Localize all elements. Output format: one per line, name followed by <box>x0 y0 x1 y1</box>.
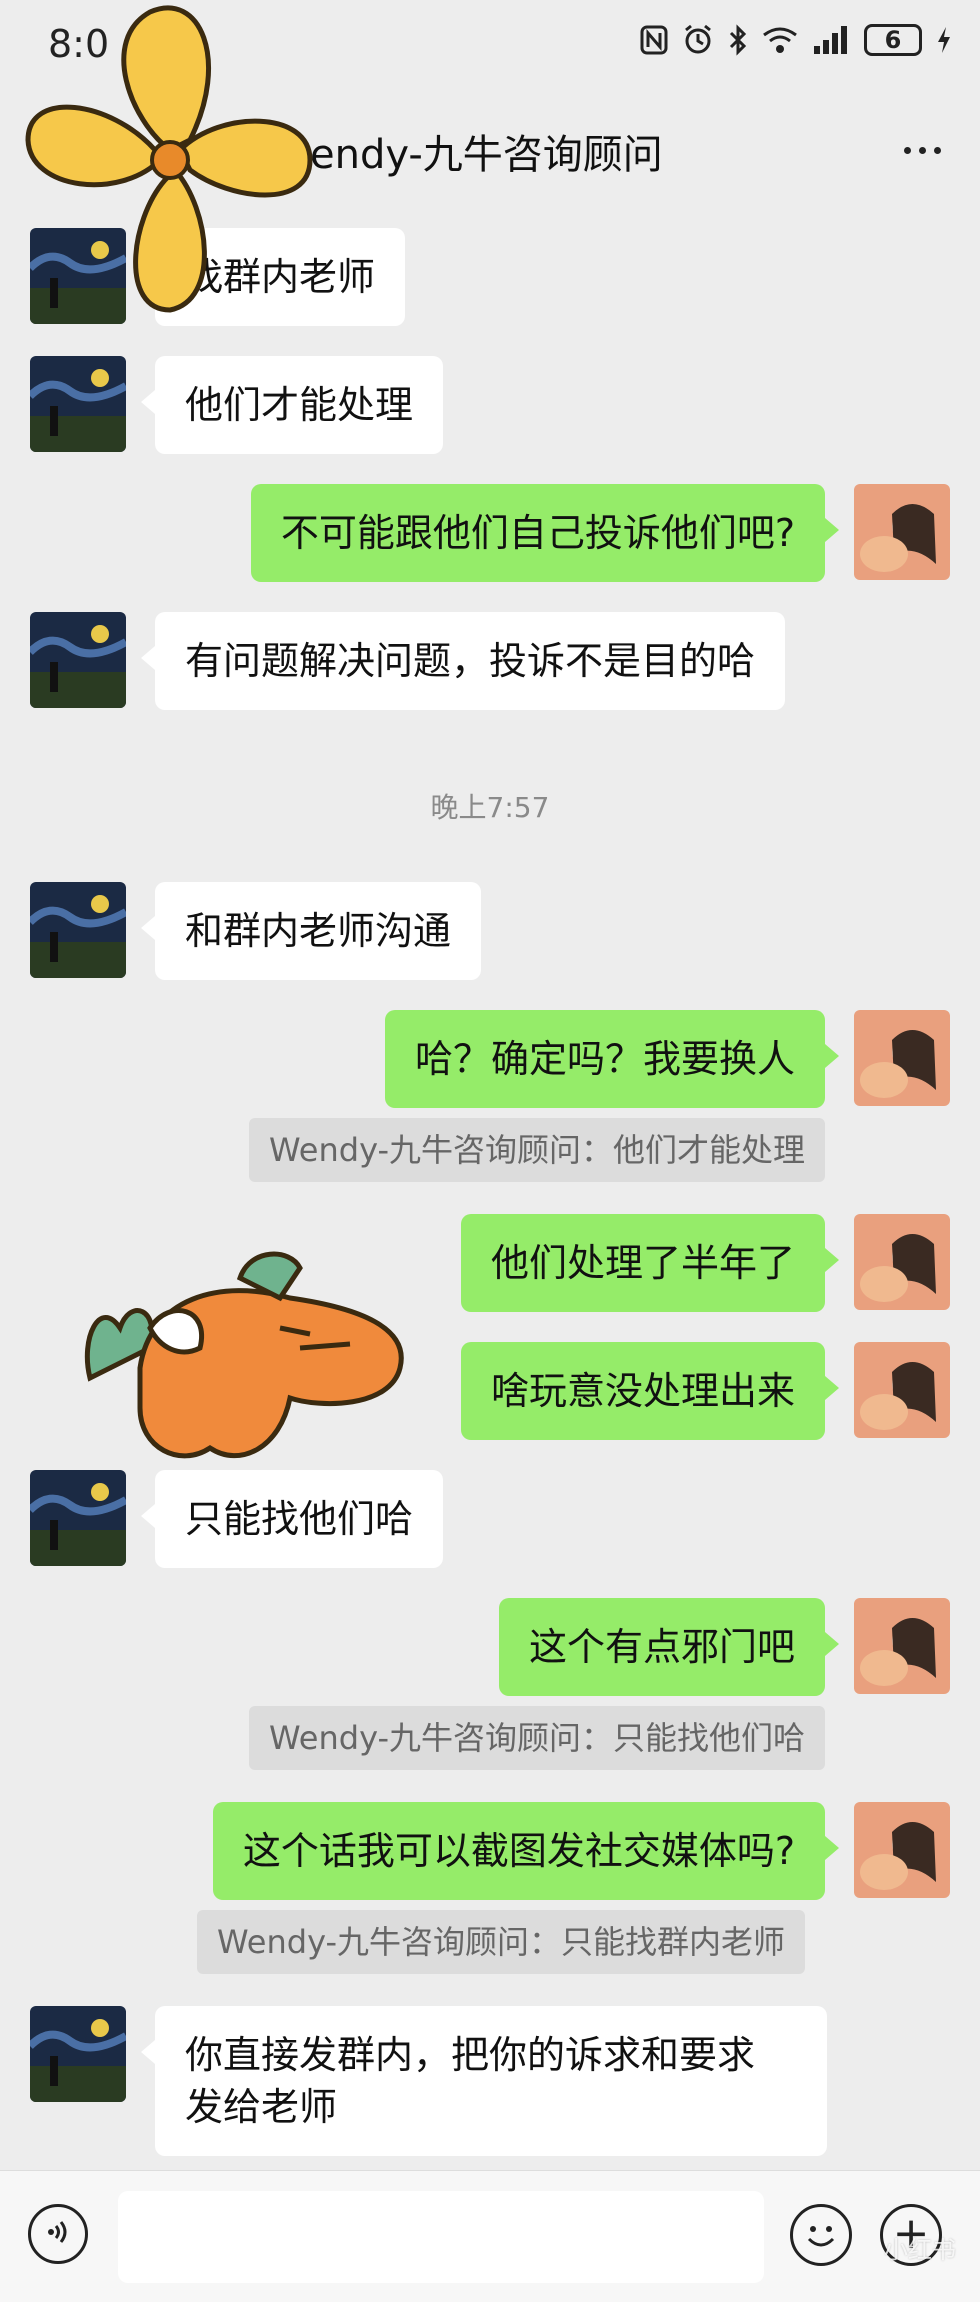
nfc-icon <box>640 25 668 55</box>
message-bubble[interactable]: 哈？确定吗？我要换人 <box>384 1010 840 1108</box>
flower-sticker <box>10 0 340 334</box>
charging-icon <box>936 25 952 55</box>
message-bubble[interactable]: 这个有点邪门吧 <box>498 1598 840 1696</box>
signal-icon <box>812 24 850 56</box>
consultant-avatar[interactable] <box>30 356 126 452</box>
quoted-message[interactable]: Wendy-九牛咨询顾问：他们才能处理 <box>249 1118 825 1182</box>
chat-title: endy-九牛咨询顾问 <box>310 132 663 178</box>
watermark: 小红书 <box>884 2236 956 2264</box>
emoji-button[interactable] <box>790 2204 852 2266</box>
consultant-avatar[interactable] <box>30 2006 126 2102</box>
message-bubble[interactable]: 这个话我可以截图发社交媒体吗? <box>212 1802 840 1900</box>
message-bubble[interactable]: 他们才能处理 <box>140 356 444 454</box>
input-bar: + <box>0 2170 980 2302</box>
dragon-sticker <box>60 1218 420 1472</box>
my-avatar[interactable] <box>854 1598 950 1694</box>
voice-button[interactable] <box>28 2204 88 2264</box>
consultant-avatar[interactable] <box>30 882 126 978</box>
my-avatar[interactable] <box>854 484 950 580</box>
wifi-icon <box>762 25 798 55</box>
message-bubble[interactable]: 只能找他们哈 <box>140 1470 444 1568</box>
quoted-message[interactable]: Wendy-九牛咨询顾问：只能找群内老师 <box>197 1910 805 1974</box>
my-avatar[interactable] <box>854 1802 950 1898</box>
alarm-icon <box>682 24 714 56</box>
message-line: 你直接发群内，把你的诉求和要求 <box>185 2033 756 2077</box>
message-input[interactable] <box>118 2191 764 2283</box>
message-bubble[interactable]: 啥玩意没处理出来 <box>460 1342 840 1440</box>
message-bubble[interactable]: 你直接发群内，把你的诉求和要求 发给老师 <box>141 2006 827 2156</box>
status-icons: 6 <box>640 24 952 56</box>
battery-icon: 6 <box>864 24 922 56</box>
message-line: 发给老师 <box>185 2085 338 2129</box>
my-avatar[interactable] <box>854 1214 950 1310</box>
emoji-icon <box>793 2226 849 2267</box>
my-avatar[interactable] <box>854 1010 950 1106</box>
message-timestamp: 晚上7:57 <box>430 791 550 824</box>
my-avatar[interactable] <box>854 1342 950 1438</box>
quoted-message[interactable]: Wendy-九牛咨询顾问：只能找他们哈 <box>249 1706 825 1770</box>
more-options-button[interactable] <box>892 130 952 170</box>
message-bubble[interactable]: 不可能跟他们自己投诉他们吧? <box>250 484 840 582</box>
message-bubble[interactable]: 和群内老师沟通 <box>140 882 482 980</box>
message-bubble[interactable]: 有问题解决问题，投诉不是目的哈 <box>140 612 786 710</box>
bluetooth-icon <box>728 24 748 56</box>
voice-icon <box>43 2217 73 2251</box>
consultant-avatar[interactable] <box>30 612 126 708</box>
more-dots-icon <box>903 146 911 154</box>
consultant-avatar[interactable] <box>30 1470 126 1566</box>
message-bubble[interactable]: 他们处理了半年了 <box>460 1214 840 1312</box>
